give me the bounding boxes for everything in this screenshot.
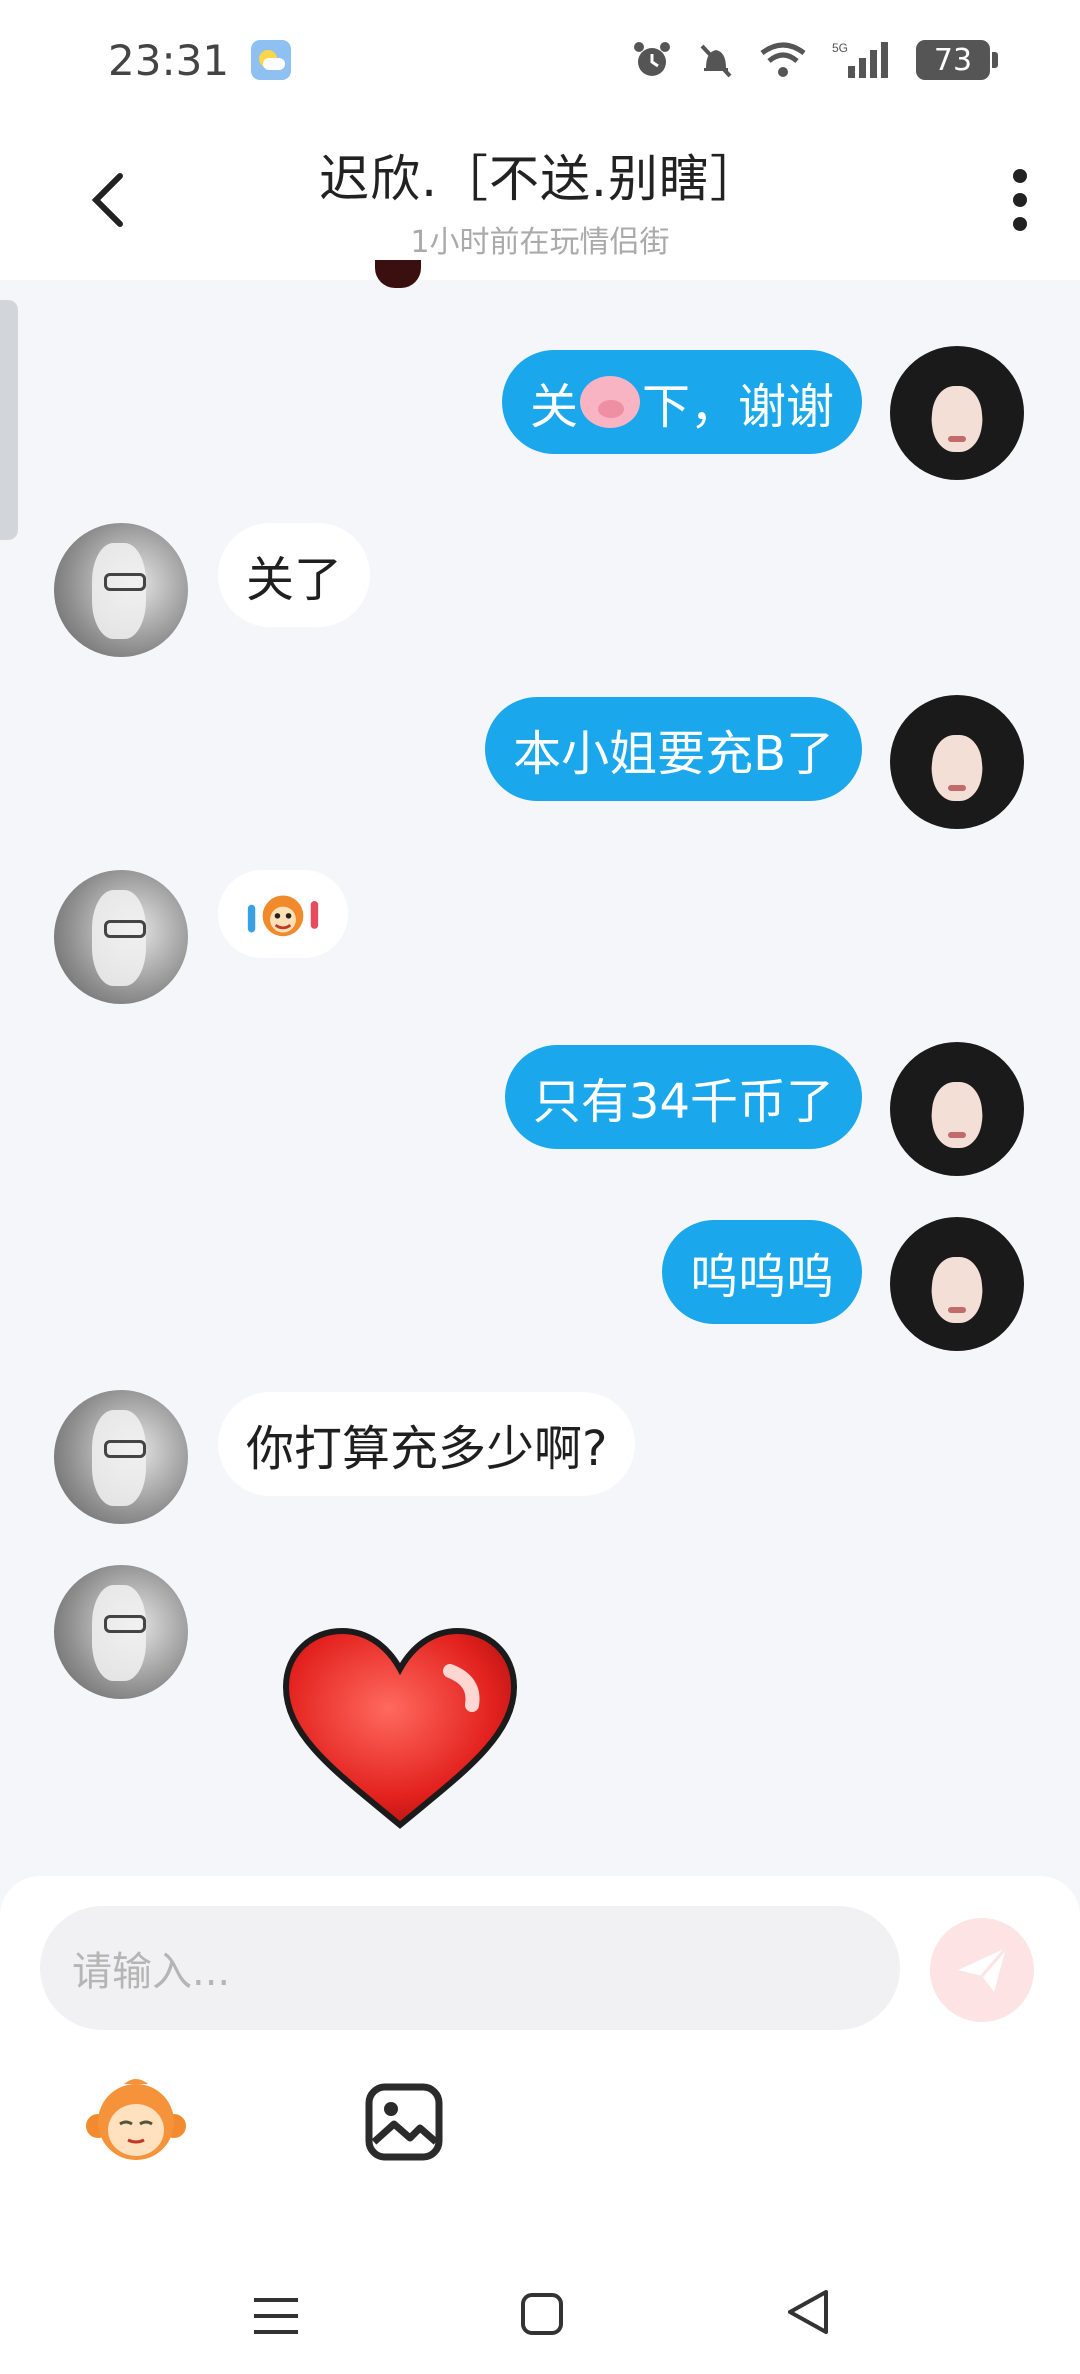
- contact-avatar[interactable]: [54, 1390, 188, 1524]
- home-icon[interactable]: [520, 2292, 564, 2336]
- back-triangle-icon[interactable]: [786, 2288, 830, 2336]
- monkey-sticker-icon: [247, 895, 319, 937]
- contact-avatar[interactable]: [54, 870, 188, 1004]
- system-nav-bar: [0, 2222, 1080, 2374]
- message-text: 下，谢谢: [641, 379, 834, 435]
- battery-indicator: 73: [916, 40, 998, 80]
- chat-subtitle: 1小时前在玩情侣街: [410, 225, 670, 260]
- contact-avatar[interactable]: [54, 523, 188, 657]
- chat-header: 迟欣.［不送.别瞎］ 1小时前在玩情侣街: [0, 120, 1080, 280]
- my-avatar[interactable]: [890, 1042, 1024, 1176]
- title-block: 迟欣.［不送.别瞎］ 1小时前在玩情侣街: [319, 139, 761, 261]
- my-avatar[interactable]: [890, 695, 1024, 829]
- message-bubble-mine[interactable]: 只有34千币了: [504, 1045, 862, 1149]
- message-text: 呜呜呜: [689, 1249, 834, 1305]
- status-icons: 5G 73: [632, 40, 998, 80]
- message-text: 关: [529, 379, 578, 435]
- status-time: 23:31: [108, 35, 230, 85]
- signal-icon: 5G: [832, 41, 888, 78]
- send-button[interactable]: [930, 1918, 1034, 2022]
- message-text: 本小姐要充B了: [513, 726, 834, 782]
- weather-icon: [251, 40, 292, 80]
- message-input[interactable]: 请输入...: [40, 1906, 900, 2030]
- message-bubble-other[interactable]: 你打算充多少啊?: [218, 1392, 636, 1496]
- message-text: 你打算充多少啊?: [246, 1421, 608, 1477]
- scroll-handle[interactable]: [0, 300, 18, 540]
- send-icon: [958, 1947, 1008, 1992]
- chat-area[interactable]: 关 下，谢谢 关了 本小姐要充B了 只有34千币了 呜呜呜 你打算充多少啊?: [0, 260, 1080, 2135]
- message-text: 关了: [246, 552, 343, 608]
- my-avatar[interactable]: [890, 1217, 1024, 1351]
- pig-emoji-icon: [579, 376, 640, 428]
- my-avatar[interactable]: [890, 346, 1024, 480]
- message-bubble-mine[interactable]: 本小姐要充B了: [485, 697, 862, 801]
- input-placeholder: 请输入...: [72, 1949, 231, 1995]
- message-text: 只有34千币了: [532, 1074, 834, 1130]
- message-bubble-other[interactable]: 关了: [218, 523, 371, 627]
- red-heart-sticker[interactable]: [280, 1625, 520, 1835]
- back-button[interactable]: [78, 162, 138, 238]
- more-button[interactable]: [990, 162, 1050, 238]
- contact-avatar[interactable]: [54, 1565, 188, 1699]
- mute-bell-icon: [700, 44, 732, 78]
- more-vertical-icon: [1013, 169, 1027, 231]
- heart-sticker-partial: [375, 260, 421, 288]
- back-arrow-icon: [91, 173, 123, 227]
- alarm-icon: [634, 42, 670, 76]
- image-icon[interactable]: [364, 2082, 444, 2162]
- menu-icon[interactable]: [254, 2296, 298, 2336]
- message-bubble-other[interactable]: [218, 870, 348, 958]
- network-label: 5G: [832, 41, 848, 55]
- message-bubble-mine[interactable]: 关 下，谢谢: [501, 350, 862, 454]
- status-bar: 23:31 5G 73: [0, 0, 1080, 120]
- monkey-emoji-icon[interactable]: [84, 2076, 188, 2166]
- message-bubble-mine[interactable]: 呜呜呜: [661, 1220, 862, 1324]
- wifi-icon: [760, 42, 806, 77]
- composer-panel: 请输入...: [0, 1876, 1080, 2222]
- chat-title: 迟欣.［不送.别瞎］: [319, 150, 761, 208]
